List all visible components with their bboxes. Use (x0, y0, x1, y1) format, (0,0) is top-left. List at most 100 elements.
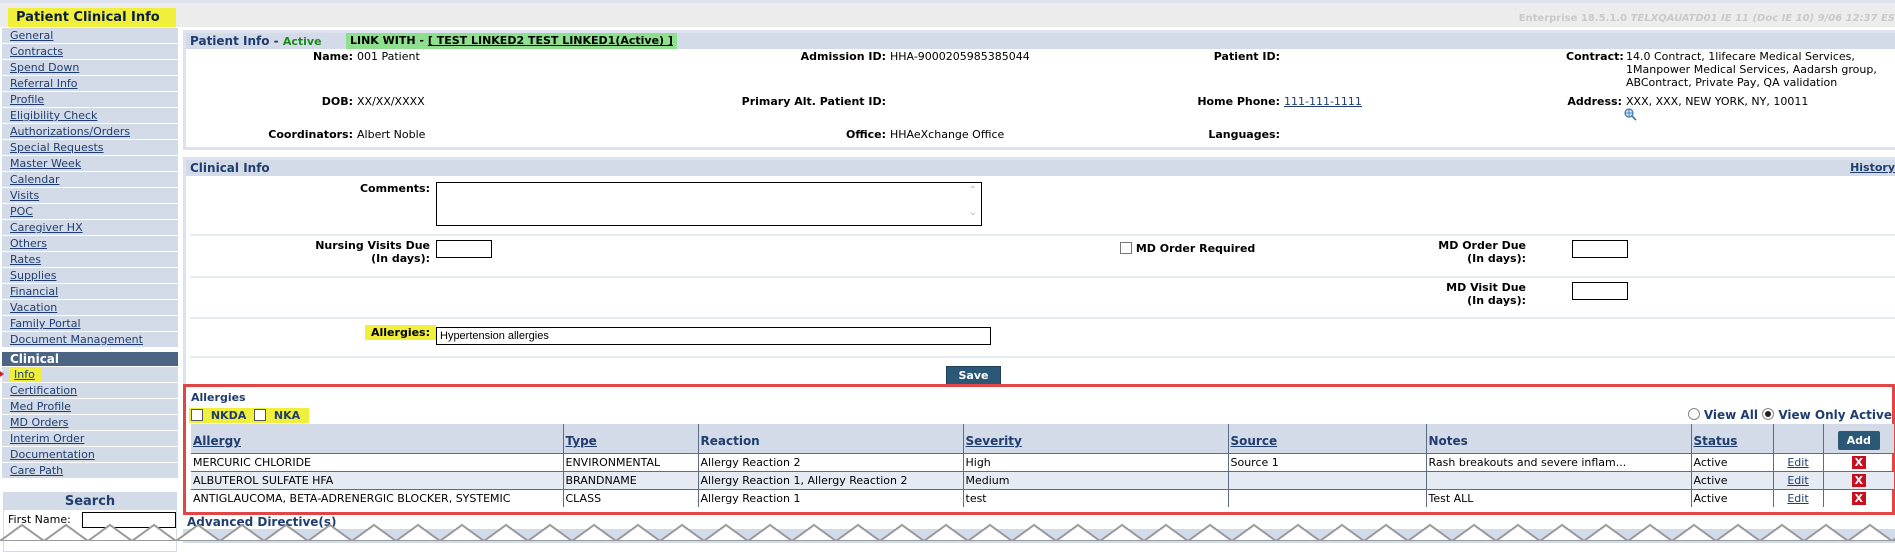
comments-label: Comments: (359, 182, 430, 195)
sidebar-item-documentation[interactable]: Documentation (2, 447, 178, 462)
sidebar-item-family-portal[interactable]: Family Portal (2, 316, 178, 331)
cell-edit: Edit (1772, 470, 1823, 489)
allergies-input[interactable] (436, 327, 991, 345)
sort-severity-link[interactable]: Severity (966, 434, 1022, 448)
column-header-severity[interactable]: Severity (962, 424, 1228, 453)
sort-allergy-link[interactable]: Allergy (193, 434, 241, 448)
sort-source-link[interactable]: Source (1231, 434, 1278, 448)
top-bar: Patient Clinical Info Enterprise 18.5.1.… (0, 0, 1895, 29)
home-phone-link[interactable]: 111-111-1111 (1284, 95, 1362, 108)
sort-type-link[interactable]: Type (566, 434, 597, 448)
md-order-due-label-2: (In days): (1467, 252, 1526, 265)
sidebar-item-calendar[interactable]: Calendar (2, 172, 178, 187)
delete-icon[interactable]: X (1851, 455, 1866, 469)
linked-patients-link[interactable]: [ TEST LINKED2 TEST LINKED1(Active) ] (428, 34, 673, 47)
sidebar-item-contracts[interactable]: Contracts (2, 44, 178, 59)
view-all-radio[interactable] (1687, 408, 1700, 420)
sort-status-link[interactable]: Status (1694, 434, 1738, 448)
view-only-active-label: View Only Active (1778, 408, 1892, 422)
name-field: Name: 001 Patient (186, 50, 420, 63)
allergies-label: Allergies: (365, 325, 436, 340)
sidebar-item-document-management[interactable]: Document Management (2, 332, 178, 347)
md-order-due-label: MD Order Due (In days): (1416, 239, 1526, 265)
sidebar-item-authorizations[interactable]: Authorizations/Orders (2, 124, 178, 139)
edit-link[interactable]: Edit (1787, 474, 1808, 487)
sidebar-item-others[interactable]: Others (2, 236, 178, 251)
sidebar-item-supplies[interactable]: Supplies (2, 268, 178, 283)
contract-line-3: ABContract, Private Pay, QA validation (1626, 76, 1838, 89)
sidebar-item-info[interactable]: Info (0, 367, 178, 382)
history-link[interactable]: History (1850, 160, 1895, 176)
sidebar-item-med-profile[interactable]: Med Profile (2, 399, 178, 414)
allergies-table: Allergy Type Reaction Severity Source No… (191, 424, 1894, 507)
column-header-source[interactable]: Source (1227, 424, 1426, 453)
md-visit-due-label: MD Visit Due (In days): (1416, 281, 1526, 307)
office-value: HHAeXchange Office (890, 128, 1005, 141)
sidebar-item-interim-order[interactable]: Interim Order (2, 431, 178, 446)
sidebar-item-visits[interactable]: Visits (2, 188, 178, 203)
sidebar-item-certification[interactable]: Certification (2, 383, 178, 398)
nkda-checkbox[interactable] (191, 409, 203, 421)
contract-line-2: 1Manpower Medical Services, Aadarsh grou… (1626, 63, 1877, 76)
sidebar-item-master-week[interactable]: Master Week (2, 156, 178, 171)
md-order-required-field: MD Order Required (1120, 242, 1255, 255)
column-header-allergy[interactable]: Allergy (191, 424, 563, 453)
sidebar-item-eligibility-check[interactable]: Eligibility Check (2, 108, 178, 123)
nka-checkbox[interactable] (254, 409, 267, 421)
column-header-type[interactable]: Type (562, 424, 698, 453)
scroll-up-icon[interactable]: ⌃ (969, 185, 977, 196)
sidebar-item-caregiver-hx[interactable]: Caregiver HX (2, 220, 178, 235)
globe-search-icon (1624, 108, 1637, 121)
row-divider (190, 317, 1895, 319)
allergies-field-label: Allergies: (336, 325, 436, 340)
delete-icon[interactable]: X (1851, 473, 1866, 487)
sidebar-item-info-label: Info (10, 368, 41, 381)
table-row: ALBUTEROL SULFATE HFA BRANDNAME Allergy … (191, 470, 1894, 489)
sidebar-item-vacation[interactable]: Vacation (2, 300, 178, 315)
edit-link[interactable]: Edit (1787, 492, 1808, 505)
sidebar-item-referral-info[interactable]: Referral Info (2, 76, 178, 91)
clinical-info-header: Clinical Info History (186, 160, 1895, 176)
view-all-label: View All (1703, 408, 1758, 422)
coordinators-field: Coordinators: Albert Noble (186, 128, 425, 141)
sidebar-item-profile[interactable]: Profile (2, 92, 178, 107)
edit-link[interactable]: Edit (1787, 456, 1808, 469)
view-filter: View All View Only Active (1687, 408, 1892, 422)
sidebar-item-special-requests[interactable]: Special Requests (2, 140, 178, 155)
md-visit-due-input[interactable] (1572, 282, 1628, 300)
sidebar-item-financial[interactable]: Financial (2, 284, 178, 299)
cell-severity: test (962, 488, 1228, 507)
column-header-reaction: Reaction (697, 424, 963, 453)
coordinators-value: Albert Noble (357, 128, 426, 141)
clinical-info-panel: Clinical Info History Comments: ⌃ ⌄ Nurs… (183, 157, 1895, 397)
md-order-required-checkbox[interactable] (1120, 242, 1132, 254)
add-allergy-button[interactable]: Add (1837, 430, 1880, 450)
sidebar-item-md-orders[interactable]: MD Orders (2, 415, 178, 430)
view-only-active-radio[interactable] (1762, 408, 1775, 420)
md-order-due-input[interactable] (1572, 240, 1628, 258)
torn-edge-decoration (0, 523, 1895, 541)
admission-id-value: HHA-9000205985385044 (890, 50, 1030, 63)
cell-notes: Test ALL (1425, 488, 1691, 507)
save-button[interactable]: Save (946, 366, 1001, 386)
sidebar-item-general[interactable]: General (2, 28, 178, 43)
search-title: Search (4, 493, 176, 510)
map-search-icon[interactable] (1624, 108, 1637, 124)
link-with-badge: LINK WITH - [ TEST LINKED2 TEST LINKED1(… (346, 33, 677, 49)
nursing-visits-input[interactable] (436, 240, 492, 258)
column-header-edit (1772, 424, 1823, 453)
cell-status: Active (1690, 488, 1773, 507)
comments-textarea[interactable]: ⌃ ⌄ (436, 182, 982, 226)
sidebar-item-rates[interactable]: Rates (2, 252, 178, 267)
delete-icon[interactable]: X (1851, 491, 1866, 505)
sidebar-item-care-path[interactable]: Care Path (2, 463, 178, 478)
cell-status: Active (1690, 452, 1773, 471)
clinical-info-title: Clinical Info (190, 161, 270, 175)
scroll-down-icon[interactable]: ⌄ (969, 207, 977, 218)
home-phone-field: Home Phone: 111-111-1111 (1086, 95, 1362, 108)
alt-patient-id-label: Primary Alt. Patient ID: (741, 95, 886, 108)
sidebar-item-spend-down[interactable]: Spend Down (2, 60, 178, 75)
column-header-status[interactable]: Status (1690, 424, 1773, 453)
cell-allergy: ALBUTEROL SULFATE HFA (191, 470, 563, 489)
sidebar-item-poc[interactable]: POC (2, 204, 178, 219)
